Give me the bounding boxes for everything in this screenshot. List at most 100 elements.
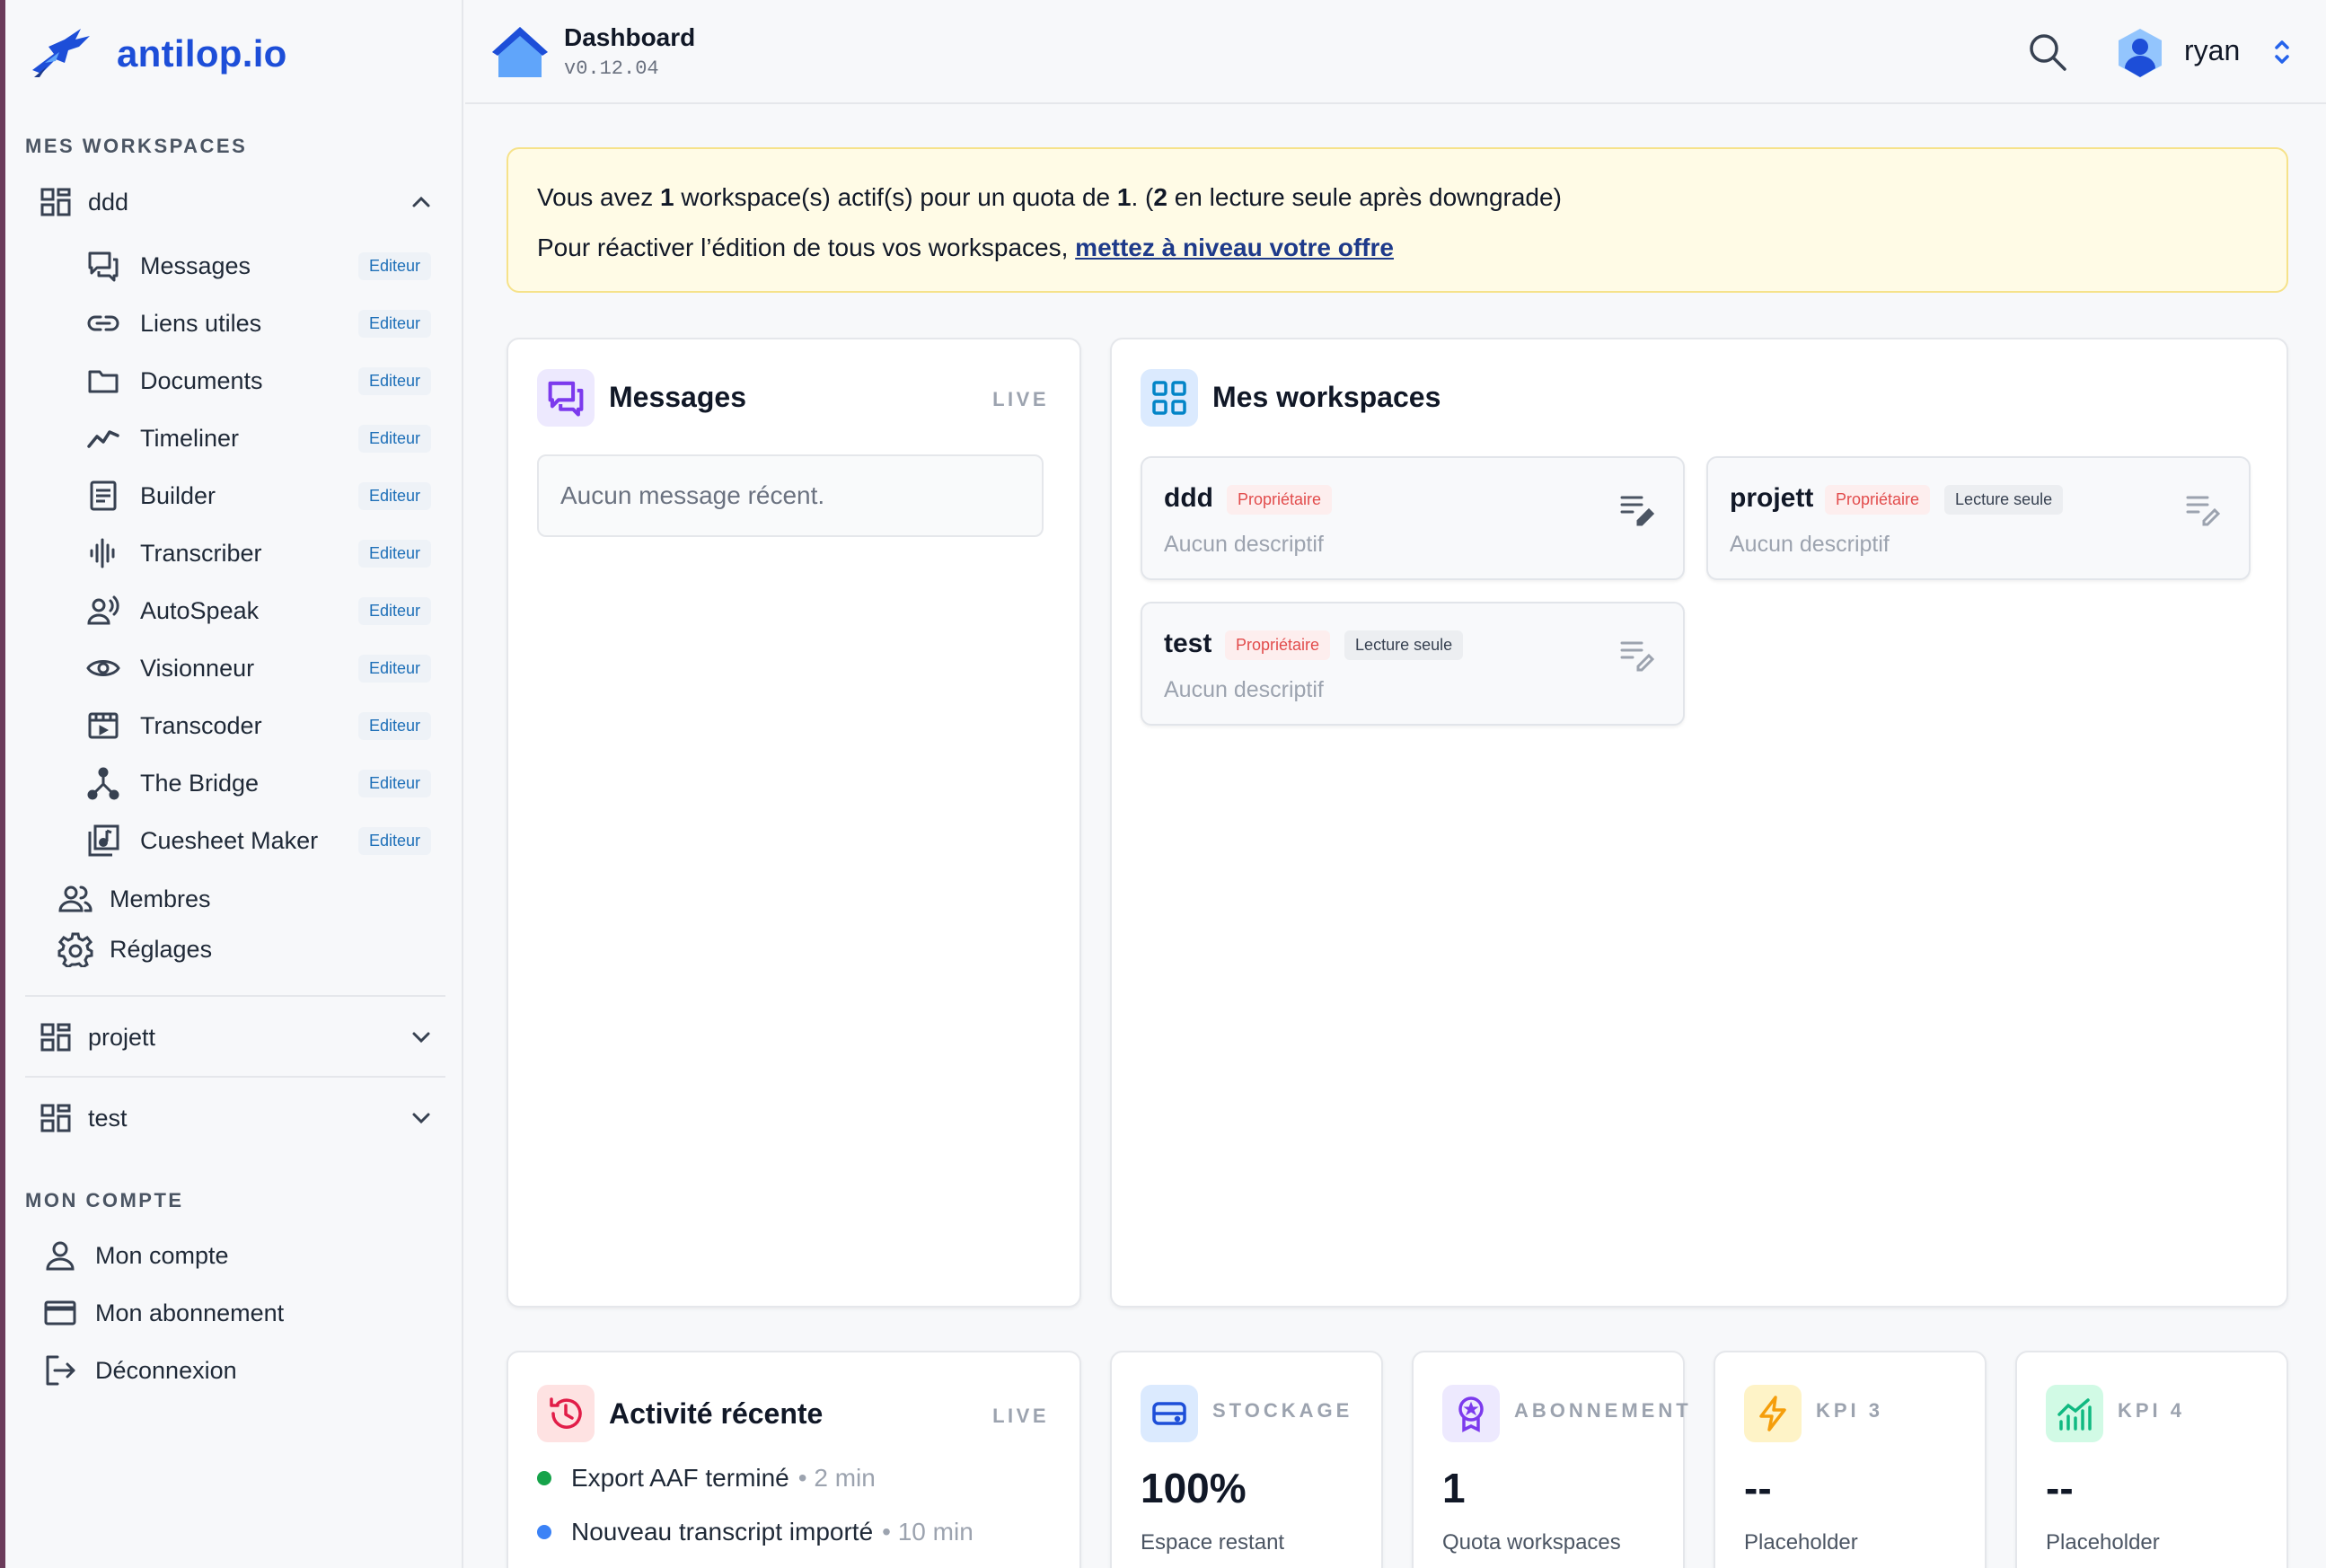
sidebar-item-transcoder[interactable]: Transcoder Editeur (86, 700, 431, 751)
users-icon (58, 885, 93, 912)
sidebar-item-mon-abonnement[interactable]: Mon abonnement (43, 1288, 284, 1338)
sidebar-item-deconnexion[interactable]: Déconnexion (43, 1345, 237, 1396)
brand-name: antilop.io (117, 32, 287, 75)
workspace-card-projett[interactable]: projett Propriétaire Lecture seule Aucun … (1706, 456, 2251, 580)
upgrade-link[interactable]: mettez à niveau votre offre (1075, 233, 1394, 261)
role-badge: Editeur (357, 251, 431, 280)
workspaces-card-icon (1141, 369, 1198, 427)
network-icon (87, 767, 119, 800)
messages-empty-state: Aucun message récent. (537, 454, 1044, 537)
sidebar-item-reglages[interactable]: Réglages (57, 924, 212, 974)
chat-icon (548, 381, 584, 417)
grid-icon (40, 1104, 71, 1132)
credit-card-icon (44, 1300, 76, 1326)
sidebar-item-autospeak[interactable]: AutoSpeak Editeur (86, 586, 431, 636)
sidebar-item-membres[interactable]: Membres (57, 874, 211, 924)
workspace-name: ddd (1164, 483, 1213, 513)
status-dot (537, 1471, 551, 1485)
kpi-subtitle: Placeholder (1744, 1530, 1858, 1555)
document-icon (90, 480, 117, 511)
edit-list-icon[interactable] (1618, 636, 1656, 674)
kpi-card-abonnement: ABONNEMENT 1 Quota workspaces (1412, 1351, 1688, 1568)
sidebar-workspace-ddd[interactable]: ddd (40, 175, 435, 229)
role-badge: Editeur (357, 309, 431, 338)
workspace-description: Aucun descriptif (1730, 532, 1890, 557)
alert-quota-line: Vous avez 1 workspace(s) actif(s) pour u… (537, 183, 1562, 211)
sidebar-item-mon-compte[interactable]: Mon compte (43, 1230, 229, 1281)
eye-icon (86, 660, 120, 676)
kpi-card-3: KPI 3 -- Placeholder (1714, 1351, 1987, 1568)
workspace-card-ddd[interactable]: ddd Propriétaire Aucun descriptif (1141, 456, 1685, 580)
kpi-value: 100% (1141, 1465, 1247, 1511)
speaking-user-icon (87, 595, 119, 625)
kpi-subtitle: Quota workspaces (1442, 1530, 1621, 1555)
username[interactable]: ryan (2184, 34, 2240, 67)
sidebar-item-visionneur[interactable]: Visionneur Editeur (86, 643, 431, 693)
role-badge: Editeur (357, 711, 431, 740)
workspaces-card: Mes workspaces ddd Propriétaire Aucun de… (1110, 338, 2288, 1308)
role-badge: Editeur (357, 769, 431, 797)
kpi-card-stockage: STOCKAGE 100% Espace restant (1110, 1351, 1383, 1568)
app-version: v0.12.04 (564, 57, 659, 80)
brand[interactable]: antilop.io (29, 27, 287, 81)
kpi-icon (1141, 1385, 1198, 1442)
avatar-icon[interactable] (2114, 27, 2166, 79)
workspaces-section-label: MES WORKSPACES (25, 135, 248, 157)
sidebar-item-cuesheet-maker[interactable]: Cuesheet Maker Editeur (86, 815, 431, 866)
sidebar-workspace-test[interactable]: test (40, 1091, 435, 1145)
workspace-description: Aucun descriptif (1164, 532, 1324, 557)
grid-icon (40, 1023, 71, 1052)
chevron-down-icon[interactable] (408, 1024, 435, 1051)
role-badge: Editeur (357, 539, 431, 568)
grid-icon (1152, 381, 1186, 415)
top-header: Dashboard v0.12.04 ryan (465, 0, 2326, 104)
sidebar-item-timeliner[interactable]: Timeliner Editeur (86, 413, 431, 463)
workspace-name: test (88, 1104, 128, 1132)
trend-icon (87, 430, 119, 448)
workspace-name: test (1164, 629, 1212, 658)
sidebar-item-documents[interactable]: Documents Editeur (86, 356, 431, 406)
activity-card-title: Activité récente (609, 1397, 824, 1430)
role-badge: Editeur (357, 826, 431, 855)
quota-alert: Vous avez 1 workspace(s) actif(s) pour u… (507, 147, 2288, 293)
folder-icon (88, 370, 119, 393)
bolt-icon (1759, 1396, 1786, 1431)
messages-card-icon (537, 369, 595, 427)
chevron-up-icon[interactable] (408, 189, 435, 216)
kpi-label: KPI 4 (2118, 1399, 2186, 1422)
sidebar-item-builder[interactable]: Builder Editeur (86, 471, 431, 521)
sidebar-item-messages[interactable]: Messages Editeur (86, 241, 431, 291)
workspace-name: projett (1730, 483, 1814, 513)
live-tag: LIVE (992, 388, 1049, 410)
kpi-subtitle: Espace restant (1141, 1530, 1285, 1555)
user-icon (46, 1241, 75, 1271)
sidebar-workspace-projett[interactable]: projett (40, 1010, 435, 1064)
workspace-card-test[interactable]: test Propriétaire Lecture seule Aucun des… (1141, 602, 1685, 726)
sidebar-item-transcriber[interactable]: Transcriber Editeur (86, 528, 431, 578)
edit-list-icon[interactable] (1618, 490, 1656, 528)
owner-badge: Propriétaire (1825, 485, 1931, 515)
page-title: Dashboard (564, 23, 696, 51)
edit-list-icon[interactable] (2184, 490, 2222, 528)
sidebar-item-liens-utiles[interactable]: Liens utiles Editeur (86, 298, 431, 348)
activity-card: Activité récente LIVE Export AAF terminé… (507, 1351, 1081, 1568)
music-sheet-icon (88, 824, 119, 857)
role-badge: Editeur (357, 481, 431, 510)
workspace-description: Aucun descriptif (1164, 677, 1324, 702)
kpi-icon (1442, 1385, 1500, 1442)
search-icon[interactable] (2026, 31, 2069, 74)
account-section-label: MON COMPTE (25, 1189, 184, 1211)
workspace-name: ddd (88, 188, 129, 216)
role-badge: Editeur (357, 596, 431, 625)
status-dot (537, 1525, 551, 1539)
chevron-updown-icon[interactable] (2269, 36, 2295, 68)
chat-icon (88, 251, 119, 282)
home-icon[interactable] (489, 23, 551, 81)
kpi-value: -- (2046, 1465, 2074, 1511)
divider (25, 995, 445, 997)
chevron-down-icon[interactable] (408, 1105, 435, 1132)
activity-item: Nouveau transcript importé • 10 min (537, 1518, 974, 1546)
sidebar-item-the-bridge[interactable]: The Bridge Editeur (86, 758, 431, 808)
role-badge: Editeur (357, 366, 431, 395)
live-tag: LIVE (992, 1405, 1049, 1427)
